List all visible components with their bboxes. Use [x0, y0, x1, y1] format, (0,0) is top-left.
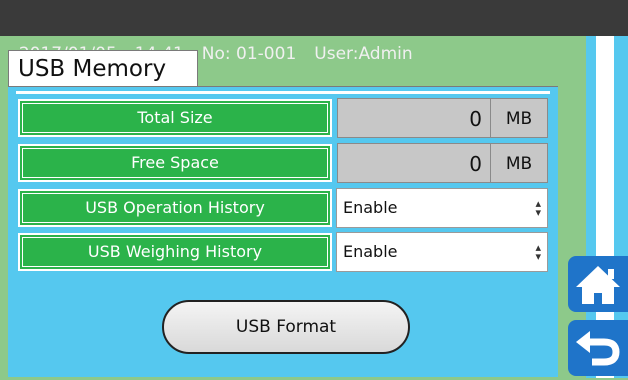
home-icon	[576, 266, 620, 304]
weighing-history-label: USB Weighing History	[18, 233, 332, 271]
return-button[interactable]	[568, 320, 628, 376]
free-space-value: 0	[337, 143, 491, 183]
panel-divider	[16, 91, 550, 94]
operation-history-label: USB Operation History	[18, 189, 332, 227]
record-number: No: 01-001	[201, 44, 297, 64]
total-size-label: Total Size	[18, 99, 332, 137]
total-size-value: 0	[337, 98, 491, 138]
free-space-label: Free Space	[18, 144, 332, 182]
select-updown-icon: ▴ ▾	[535, 197, 541, 219]
total-size-unit: MB	[490, 98, 548, 138]
tab-usb-memory[interactable]: USB Memory	[8, 50, 198, 86]
status-bar: 2017/01/0514:41No: 01-001User:Admin	[0, 0, 628, 64]
free-space-unit: MB	[490, 143, 548, 183]
operation-history-select[interactable]: Enable ▴ ▾	[336, 188, 548, 228]
select-updown-icon: ▴ ▾	[535, 241, 541, 263]
weighing-history-select[interactable]: Enable ▴ ▾	[336, 232, 548, 272]
weighing-history-value: Enable	[343, 242, 398, 261]
operation-history-value: Enable	[343, 198, 398, 217]
usb-format-button[interactable]: USB Format	[162, 300, 410, 354]
return-icon	[576, 331, 620, 366]
home-button[interactable]	[568, 256, 628, 312]
user-text: User:Admin	[314, 44, 413, 64]
